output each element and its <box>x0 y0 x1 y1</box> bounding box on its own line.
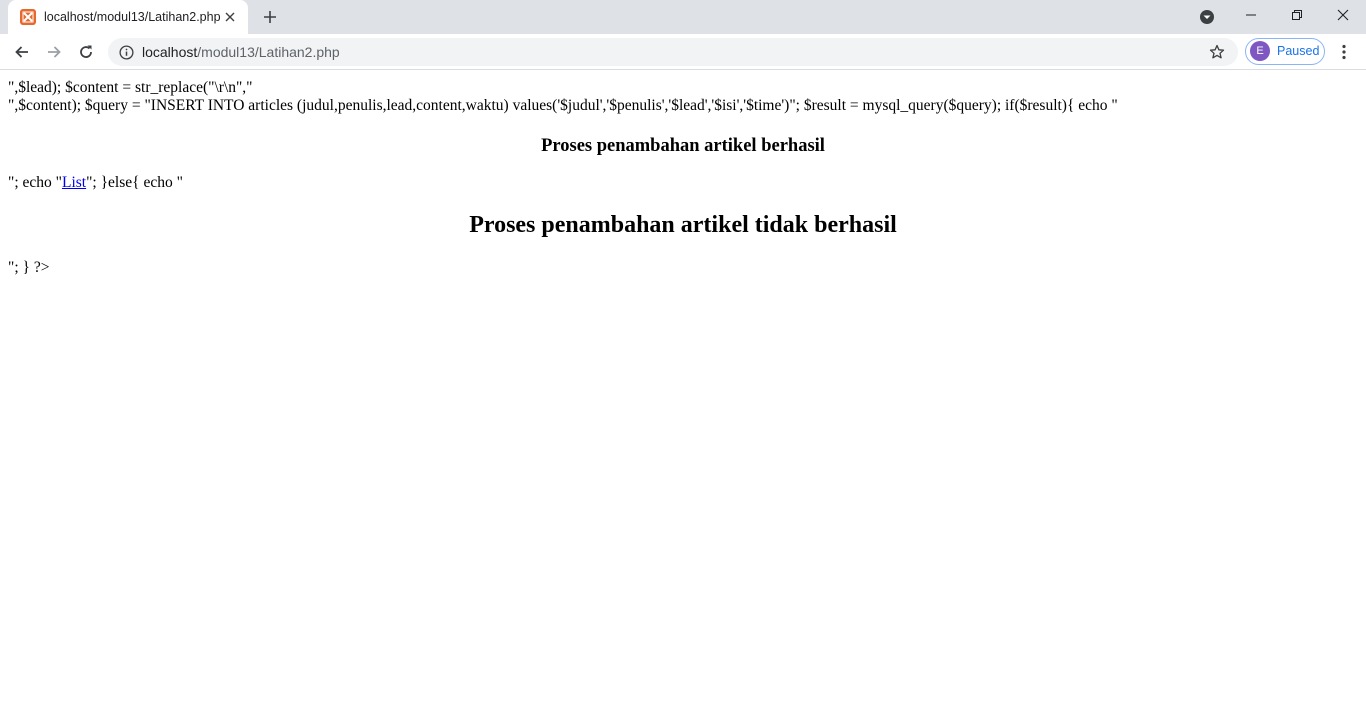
address-url: localhost/modul13/Latihan2.php <box>142 38 340 66</box>
browser-menu-button[interactable] <box>1332 38 1356 66</box>
restore-button[interactable] <box>1274 0 1320 30</box>
forward-button[interactable] <box>40 38 68 66</box>
back-button[interactable] <box>8 38 36 66</box>
xampp-icon <box>20 9 36 25</box>
browser-tab[interactable]: localhost/modul13/Latihan2.php <box>8 0 248 34</box>
php-source-line: ",$lead); $content = str_replace("\r\n",… <box>8 79 253 96</box>
new-tab-button[interactable] <box>258 5 282 29</box>
tab-search-button[interactable] <box>1196 6 1218 28</box>
info-icon[interactable] <box>118 44 134 60</box>
avatar: E <box>1250 41 1270 61</box>
profile-button[interactable]: E Paused <box>1245 38 1325 65</box>
arrow-right-icon <box>48 46 61 58</box>
url-host: localhost <box>142 44 198 60</box>
fail-heading: Proses penambahan artikel tidak berhasil <box>469 212 897 238</box>
reload-icon <box>80 45 92 58</box>
restore-icon <box>1292 10 1302 20</box>
tab-close-icon[interactable] <box>222 9 238 25</box>
php-source-text: "; }else{ echo " <box>86 174 183 191</box>
arrow-left-icon <box>15 46 28 58</box>
tab-search-icon <box>1200 10 1214 24</box>
kebab-menu-icon <box>1342 44 1346 60</box>
php-source-text: "; echo " <box>8 174 62 191</box>
address-bar[interactable]: localhost/modul13/Latihan2.php <box>108 38 1238 66</box>
list-link[interactable]: List <box>62 174 86 191</box>
php-source-line: "; echo "List"; }else{ echo " <box>8 174 183 192</box>
page-content: ",$lead); $content = str_replace("\r\n",… <box>0 71 1366 728</box>
url-path: /modul13/Latihan2.php <box>197 44 340 60</box>
profile-status: Paused <box>1277 44 1320 58</box>
close-window-button[interactable] <box>1320 0 1366 30</box>
tab-title: localhost/modul13/Latihan2.php <box>44 10 221 24</box>
php-source-line: ",$content); $query = "INSERT INTO artic… <box>8 97 1118 114</box>
browser-toolbar: localhost/modul13/Latihan2.php E Paused <box>0 34 1366 70</box>
close-icon <box>1337 9 1349 21</box>
bookmark-star-icon[interactable] <box>1208 43 1226 61</box>
success-heading: Proses penambahan artikel berhasil <box>541 136 825 156</box>
minimize-button[interactable] <box>1228 0 1274 30</box>
php-source-line: "; } ?> <box>8 259 50 276</box>
tab-strip: localhost/modul13/Latihan2.php <box>0 0 1366 34</box>
plus-icon <box>264 11 276 23</box>
minimize-icon <box>1246 14 1256 16</box>
reload-button[interactable] <box>72 38 100 66</box>
